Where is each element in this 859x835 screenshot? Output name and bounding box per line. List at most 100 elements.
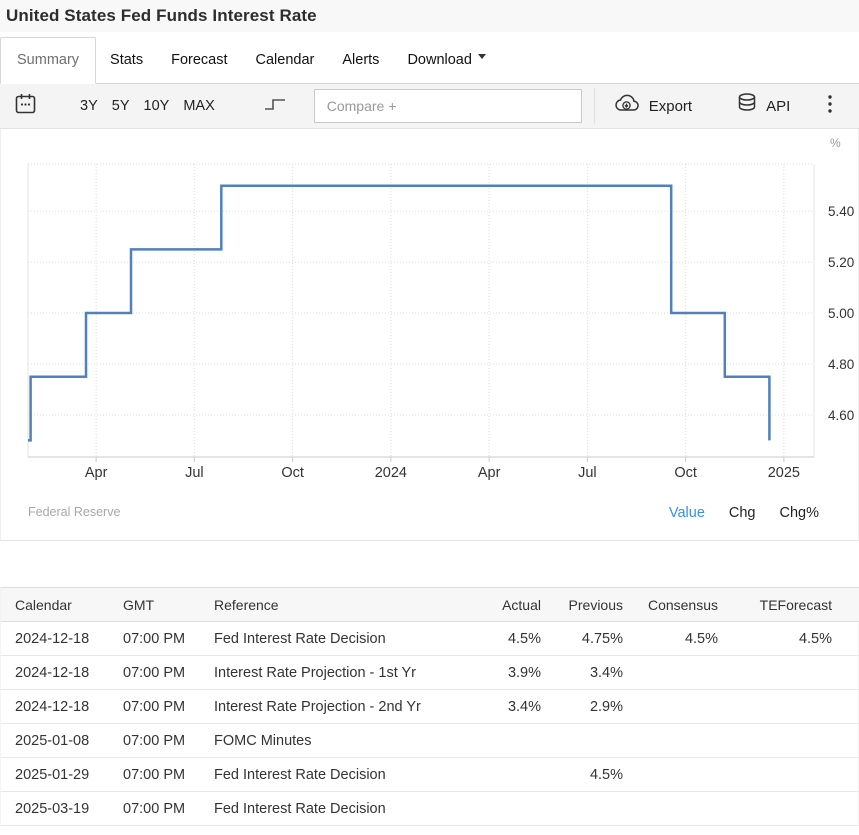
export-button[interactable]: Export (613, 93, 692, 119)
table-row: 2024-12-1807:00 PMInterest Rate Projecti… (1, 656, 859, 690)
cell-actual: 3.9% (451, 656, 546, 690)
cell-actual (451, 792, 546, 826)
y-axis-label: 5.40 (828, 204, 854, 219)
x-axis-label: 2025 (768, 465, 800, 481)
cell-calendar: 2024-12-18 (1, 690, 109, 724)
cell-gmt: 07:00 PM (109, 792, 201, 826)
calendar-table-section: CalendarGMTReferenceActualPreviousConsen… (0, 587, 859, 826)
cell-reference: Fed Interest Rate Decision (201, 792, 451, 826)
cell-calendar: 2025-01-08 (1, 724, 109, 758)
cloud-download-icon (613, 93, 649, 119)
compare-input[interactable] (314, 89, 582, 123)
cell-consensus (631, 792, 736, 826)
cell-teforecast: 4.5% (736, 622, 859, 656)
range-3y-button[interactable]: 3Y (73, 94, 105, 118)
x-axis-label: Jul (185, 465, 204, 481)
chart-source: Federal Reserve (28, 505, 120, 521)
cell-previous: 4.75% (546, 622, 631, 656)
cell-reference: Interest Rate Projection - 1st Yr (201, 656, 451, 690)
spacer (0, 541, 859, 587)
table-row: 2025-03-1907:00 PMFed Interest Rate Deci… (1, 792, 859, 826)
table-row: 2024-12-1807:00 PMInterest Rate Projecti… (1, 690, 859, 724)
calendar-range-button[interactable] (14, 92, 37, 121)
cell-previous: 3.4% (546, 656, 631, 690)
y-axis-label: 5.20 (828, 255, 854, 270)
range-buttons: 3Y 5Y 10Y MAX (73, 94, 222, 118)
chg-link[interactable]: Chg (729, 505, 756, 521)
cell-teforecast (736, 724, 859, 758)
column-header-actual: Actual (451, 588, 546, 622)
series-mode-links: Value Chg Chg% (669, 505, 819, 521)
calendar-icon (14, 92, 37, 121)
tab-alerts[interactable]: Alerts (328, 38, 393, 83)
cell-consensus (631, 690, 736, 724)
column-header-calendar: Calendar (1, 588, 109, 622)
x-axis-label: Apr (85, 465, 108, 481)
cell-teforecast (736, 690, 859, 724)
tab-forecast[interactable]: Forecast (157, 38, 241, 83)
range-max-button[interactable]: MAX (176, 94, 221, 118)
tab-download[interactable]: Download (393, 38, 500, 83)
table-row: 2025-01-0807:00 PMFOMC Minutes (1, 724, 859, 758)
cell-actual (451, 758, 546, 792)
database-icon (736, 92, 766, 120)
table-row: 2024-12-1807:00 PMFed Interest Rate Deci… (1, 622, 859, 656)
chg-pct-link[interactable]: Chg% (780, 505, 820, 521)
column-header-gmt: GMT (109, 588, 201, 622)
range-10y-button[interactable]: 10Y (137, 94, 177, 118)
table-header-row: CalendarGMTReferenceActualPreviousConsen… (1, 588, 859, 622)
column-header-consensus: Consensus (631, 588, 736, 622)
api-label: API (766, 98, 790, 115)
cell-teforecast (736, 792, 859, 826)
cell-previous: 2.9% (546, 690, 631, 724)
cell-calendar: 2025-01-29 (1, 758, 109, 792)
x-axis-label: Oct (281, 465, 304, 481)
tab-calendar[interactable]: Calendar (242, 38, 329, 83)
y-axis-unit: % (830, 136, 841, 150)
step-chart-icon (262, 93, 288, 120)
column-header-previous: Previous (546, 588, 631, 622)
cell-reference: Fed Interest Rate Decision (201, 758, 451, 792)
range-5y-button[interactable]: 5Y (105, 94, 137, 118)
y-axis-label: 4.80 (828, 357, 854, 372)
chart-toolbar: 3Y 5Y 10Y MAX Export (0, 84, 859, 129)
cell-gmt: 07:00 PM (109, 690, 201, 724)
cell-calendar: 2024-12-18 (1, 622, 109, 656)
cell-gmt: 07:00 PM (109, 622, 201, 656)
cell-gmt: 07:00 PM (109, 724, 201, 758)
column-header-teforecast: TEForecast (736, 588, 859, 622)
chart-footer: Federal Reserve Value Chg Chg% (1, 492, 858, 521)
cell-consensus (631, 656, 736, 690)
chart-type-button[interactable] (262, 93, 288, 120)
y-axis-label: 5.00 (828, 306, 854, 321)
api-button[interactable]: API (736, 92, 790, 120)
tab-stats[interactable]: Stats (96, 38, 157, 83)
column-header-reference: Reference (201, 588, 451, 622)
cell-consensus (631, 724, 736, 758)
x-axis-label: 2024 (375, 465, 407, 481)
page-title: United States Fed Funds Interest Rate (6, 6, 859, 26)
toolbar-divider (594, 88, 595, 124)
tab-download-label: Download (407, 52, 472, 68)
tab-bar: Summary Stats Forecast Calendar Alerts D… (0, 32, 859, 84)
cell-actual: 3.4% (451, 690, 546, 724)
y-axis-label: 4.60 (828, 408, 854, 423)
table-row: 2025-01-2907:00 PMFed Interest Rate Deci… (1, 758, 859, 792)
x-axis-label: Jul (578, 465, 597, 481)
cell-consensus (631, 758, 736, 792)
export-label: Export (649, 98, 692, 115)
cell-consensus: 4.5% (631, 622, 736, 656)
value-link[interactable]: Value (669, 505, 705, 521)
cell-reference: FOMC Minutes (201, 724, 451, 758)
cell-actual: 4.5% (451, 622, 546, 656)
kebab-menu-icon[interactable] (821, 90, 839, 123)
tab-summary[interactable]: Summary (0, 37, 96, 84)
title-bar: United States Fed Funds Interest Rate (0, 0, 859, 32)
cell-gmt: 07:00 PM (109, 656, 201, 690)
cell-calendar: 2024-12-18 (1, 656, 109, 690)
cell-previous (546, 724, 631, 758)
rate-chart[interactable]: 4.604.805.005.205.40AprJulOct2024AprJulO… (1, 129, 859, 487)
cell-previous (546, 792, 631, 826)
cell-reference: Fed Interest Rate Decision (201, 622, 451, 656)
x-axis-label: Apr (478, 465, 501, 481)
